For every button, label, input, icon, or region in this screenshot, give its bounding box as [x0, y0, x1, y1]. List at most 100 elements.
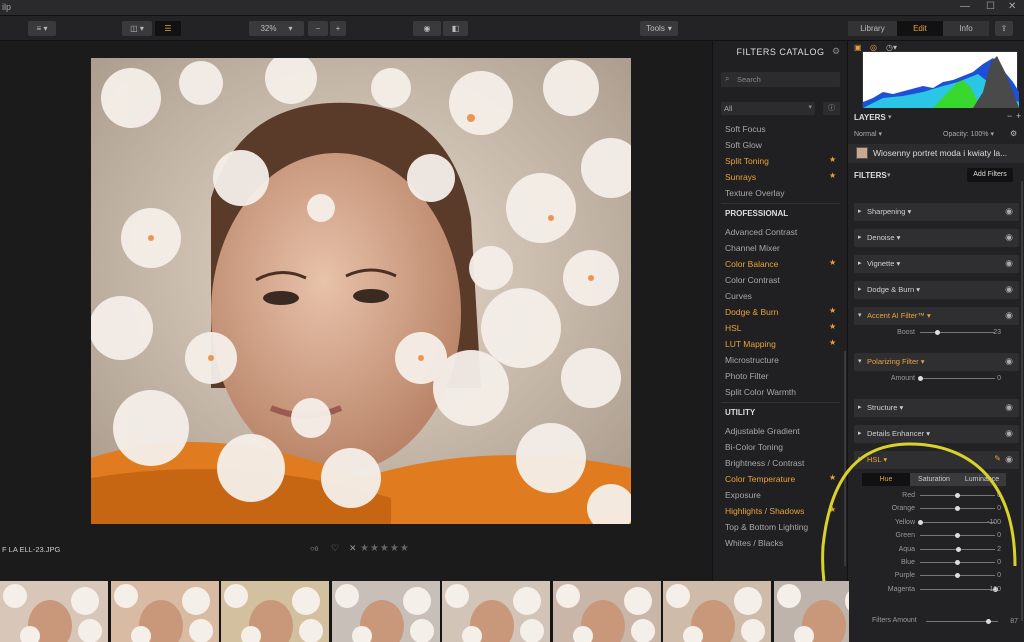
compare-button[interactable]: ◧ [443, 21, 468, 36]
catalog-item-microstructure[interactable]: Microstructure [725, 355, 779, 365]
boost-slider-knob[interactable] [934, 330, 940, 335]
minimize-button[interactable]: — [960, 1, 970, 12]
heart-icon[interactable]: ♡ [331, 543, 339, 554]
filmstrip-toggle[interactable]: ☰ [155, 21, 181, 36]
blend-mode-select[interactable]: Normal ▾ [854, 130, 882, 138]
catalog-item-adjustable-gradient[interactable]: Adjustable Gradient [725, 426, 800, 436]
amount-slider-knob[interactable] [917, 376, 923, 381]
eye-icon: ◉ [423, 24, 431, 33]
filmstrip-thumbnail[interactable] [552, 581, 661, 642]
favorite-star-icon[interactable]: ★ [829, 338, 836, 347]
catalog-item-color-balance[interactable]: Color Balance [725, 259, 778, 269]
comment-button[interactable]: ○0 [310, 544, 318, 553]
catalog-item-exposure[interactable]: Exposure [725, 490, 761, 500]
visibility-eye-icon[interactable]: ◉ [1005, 402, 1013, 413]
preview-button[interactable]: ◉ [413, 21, 441, 36]
maximize-button[interactable]: ☐ [986, 1, 995, 12]
favorite-star-icon[interactable]: ★ [829, 306, 836, 315]
tools-menu[interactable]: Tools ▾ [640, 21, 678, 36]
layers-menu-chevron-icon[interactable]: ▾ [888, 113, 892, 121]
reject-icon[interactable]: ✕ [349, 543, 357, 554]
tab-edit[interactable]: Edit [897, 21, 943, 36]
favorite-star-icon[interactable]: ★ [829, 258, 836, 267]
catalog-item-channel-mixer[interactable]: Channel Mixer [725, 243, 780, 253]
catalog-item-split-color-warmth[interactable]: Split Color Warmth [725, 387, 796, 397]
catalog-item-top-bottom-lighting[interactable]: Top & Bottom Lighting [725, 522, 808, 532]
export-button[interactable]: ⇪ [995, 21, 1013, 36]
zoom-select[interactable]: 32% ▾ [249, 21, 304, 36]
layout-button[interactable]: ◫ ▾ [122, 21, 152, 36]
expand-right-icon[interactable]: ▸ [858, 259, 862, 267]
filmstrip-thumbnail[interactable] [442, 581, 550, 642]
catalog-item-lut-mapping[interactable]: LUT Mapping [725, 339, 776, 349]
filmstrip-thumbnail[interactable] [110, 581, 219, 642]
expand-right-icon[interactable]: ▸ [858, 285, 862, 293]
layers-remove-icon[interactable]: − [1007, 111, 1012, 121]
filter-header-dodge-burn[interactable]: ▸ Dodge & Burn ▾ ◉ [854, 281, 1019, 299]
catalog-item-dodge-burn[interactable]: Dodge & Burn [725, 307, 778, 317]
filmstrip-thumbnail[interactable] [773, 581, 849, 642]
catalog-item-whites-blacks[interactable]: Whites / Blacks [725, 538, 783, 548]
amount-slider-value: 0 [997, 375, 1001, 382]
visibility-eye-icon[interactable]: ◉ [1005, 284, 1013, 295]
filmstrip-thumbnail[interactable] [221, 581, 329, 642]
catalog-item-photo-filter[interactable]: Photo Filter [725, 371, 768, 381]
catalog-item-hsl[interactable]: HSL [725, 323, 742, 333]
filter-header-polarizing-filter[interactable]: ▾ Polarizing Filter ▾ ◉ [854, 353, 1019, 371]
image-canvas[interactable] [0, 41, 712, 541]
favorite-star-icon[interactable]: ★ [829, 171, 836, 180]
histogram-toggle-icon[interactable]: ▣ [854, 43, 862, 52]
expand-right-icon[interactable]: ▸ [858, 233, 862, 241]
zoom-in-button[interactable]: + [330, 21, 346, 36]
expand-down-icon[interactable]: ▾ [858, 357, 862, 365]
catalog-search-field[interactable]: ⌕ Search [721, 72, 840, 87]
layers-add-icon[interactable]: + [1016, 111, 1021, 121]
catalog-settings-icon[interactable]: ⚙ [832, 46, 840, 57]
visibility-eye-icon[interactable]: ◉ [1005, 232, 1013, 243]
tab-library[interactable]: Library [848, 21, 897, 36]
filter-header-denoise[interactable]: ▸ Denoise ▾ ◉ [854, 229, 1019, 247]
filter-header-structure[interactable]: ▸ Structure ▾ ◉ [854, 399, 1019, 417]
image-info-bar: F LA ELL-23.JPG ○0 ♡ ✕ ★★★★★ [0, 541, 712, 559]
visibility-eye-icon[interactable]: ◉ [1005, 206, 1013, 217]
expand-down-icon[interactable]: ▾ [858, 311, 862, 319]
visibility-eye-icon[interactable]: ◉ [1005, 310, 1013, 321]
zoom-out-button[interactable]: − [308, 21, 328, 36]
close-button[interactable]: ✕ [1008, 1, 1016, 12]
filters-menu-chevron-icon[interactable]: ▾ [887, 171, 891, 179]
catalog-item-soft-focus[interactable]: Soft Focus [725, 124, 766, 134]
catalog-item-bi-color-toning[interactable]: Bi-Color Toning [725, 442, 783, 452]
catalog-item-advanced-contrast[interactable]: Advanced Contrast [725, 227, 797, 237]
catalog-item-color-contrast[interactable]: Color Contrast [725, 275, 780, 285]
catalog-item-soft-glow[interactable]: Soft Glow [725, 140, 762, 150]
favorite-star-icon[interactable]: ★ [829, 155, 836, 164]
layer-settings-icon[interactable]: ⚙ [1010, 129, 1017, 138]
filmstrip-thumbnail[interactable] [331, 581, 440, 642]
catalog-item-split-toning[interactable]: Split Toning [725, 156, 769, 166]
catalog-item-texture-overlay[interactable]: Texture Overlay [725, 188, 785, 198]
filter-header-accent-ai-filter[interactable]: ▾ Accent AI Filter™ ▾ ◉ [854, 307, 1019, 325]
add-filters-button[interactable]: Add Filters [967, 168, 1013, 182]
catalog-item-brightness-contrast[interactable]: Brightness / Contrast [725, 458, 804, 468]
opacity-select[interactable]: Opacity: 100% ▾ [943, 130, 994, 138]
filter-header-sharpening[interactable]: ▸ Sharpening ▾ ◉ [854, 203, 1019, 221]
filmstrip-thumbnail[interactable] [0, 581, 108, 642]
layer-row[interactable]: Wiosenny portret moda i kwiaty la... [848, 144, 1024, 163]
filter-header-vignette[interactable]: ▸ Vignette ▾ ◉ [854, 255, 1019, 273]
catalog-item-color-temperature[interactable]: Color Temperature [725, 474, 795, 484]
filmstrip-thumbnail[interactable] [663, 581, 771, 642]
workspace-menu-button[interactable]: ≡ ▾ [28, 21, 56, 36]
category-select-value: All [724, 104, 733, 113]
category-select[interactable]: All ▾ [721, 102, 815, 115]
catalog-item-highlights-shadows[interactable]: Highlights / Shadows [725, 506, 804, 516]
catalog-info-button[interactable]: ⓘ [823, 102, 840, 115]
tab-info[interactable]: Info [943, 21, 989, 36]
expand-right-icon[interactable]: ▸ [858, 403, 862, 411]
favorite-star-icon[interactable]: ★ [829, 322, 836, 331]
star-rating[interactable]: ★★★★★ [360, 543, 410, 554]
visibility-eye-icon[interactable]: ◉ [1005, 258, 1013, 269]
expand-right-icon[interactable]: ▸ [858, 207, 862, 215]
visibility-eye-icon[interactable]: ◉ [1005, 356, 1013, 367]
catalog-item-sunrays[interactable]: Sunrays [725, 172, 756, 182]
catalog-item-curves[interactable]: Curves [725, 291, 752, 301]
